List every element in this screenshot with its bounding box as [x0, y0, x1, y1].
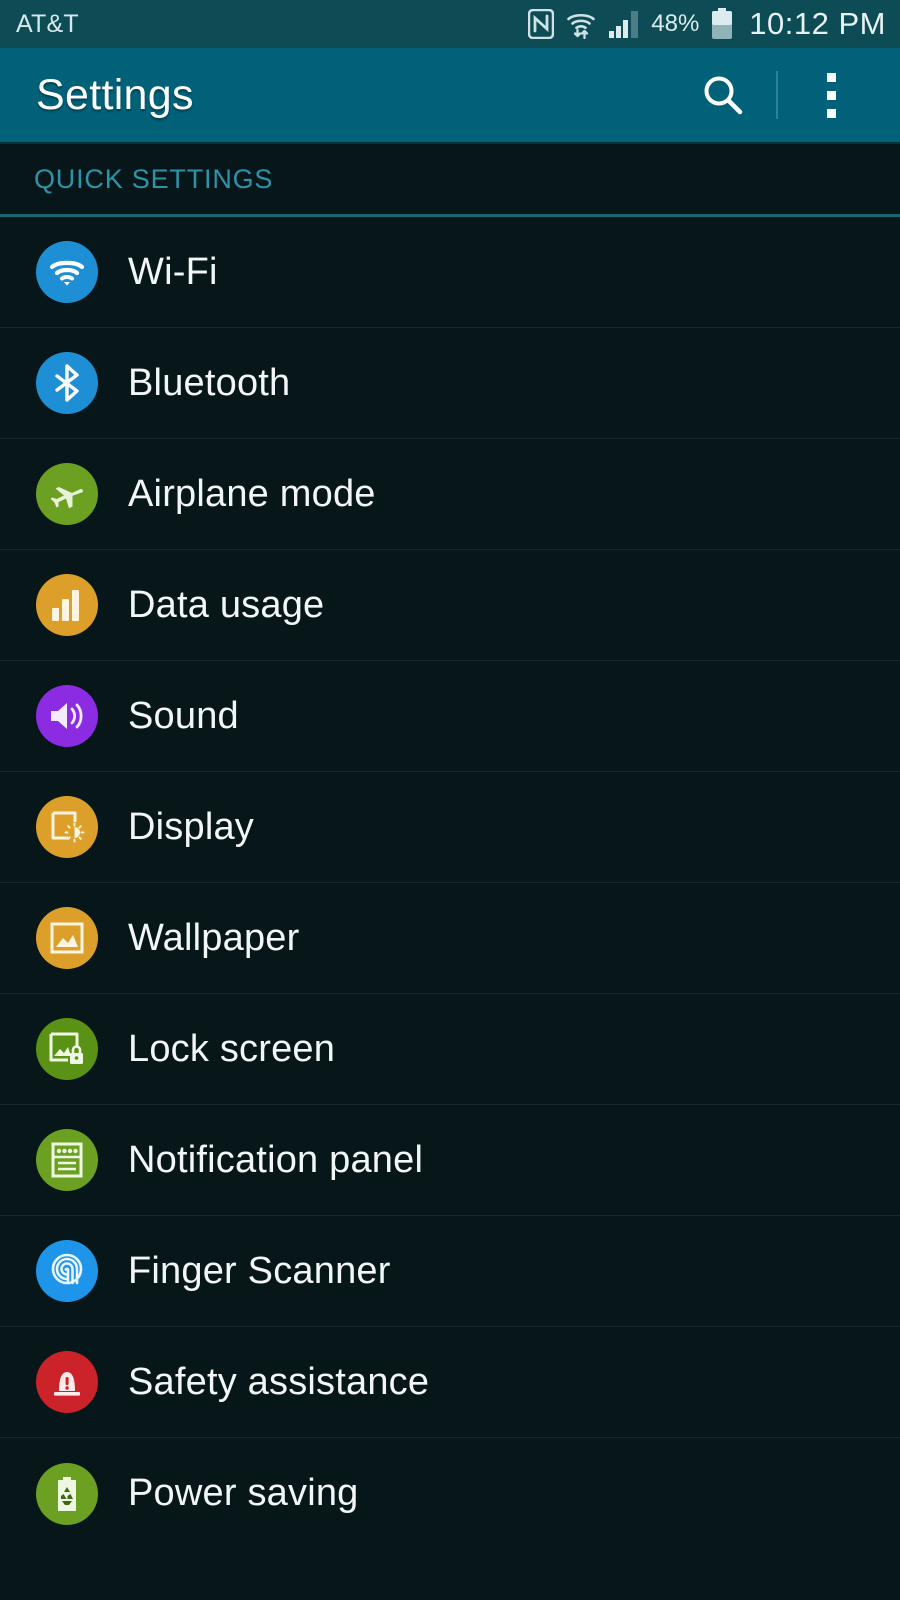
list-item-finger-scanner[interactable]: Finger Scanner	[0, 1216, 900, 1327]
list-item-airplane-mode[interactable]: Airplane mode	[0, 439, 900, 550]
status-bar: AT&T 48% 10:12 PM	[0, 0, 900, 48]
data-usage-icon	[36, 574, 98, 636]
overflow-menu-icon	[826, 72, 836, 118]
action-bar-actions	[688, 47, 866, 143]
list-item-sound[interactable]: Sound	[0, 661, 900, 772]
nfc-icon	[528, 9, 555, 39]
list-item-label: Bluetooth	[128, 361, 291, 404]
wifi-transfer-icon	[567, 13, 596, 40]
battery-percent-label: 48%	[651, 10, 700, 37]
list-item-data-usage[interactable]: Data usage	[0, 550, 900, 661]
list-item-bluetooth[interactable]: Bluetooth	[0, 328, 900, 439]
list-item-safety-assistance[interactable]: Safety assistance	[0, 1327, 900, 1438]
battery-icon	[712, 8, 733, 39]
overflow-menu-button[interactable]	[796, 47, 866, 143]
status-bar-icons: 48% 10:12 PM	[528, 6, 886, 42]
list-item-label: Safety assistance	[128, 1360, 430, 1403]
list-item-label: Notification panel	[128, 1138, 424, 1181]
list-item-label: Wallpaper	[128, 916, 300, 959]
list-item-label: Display	[128, 805, 254, 848]
carrier-label: AT&T	[16, 9, 79, 38]
bluetooth-icon	[36, 352, 98, 414]
list-item-wallpaper[interactable]: Wallpaper	[0, 883, 900, 994]
list-item-display[interactable]: Display	[0, 772, 900, 883]
section-header-quick-settings: QUICK SETTINGS	[0, 144, 900, 217]
fingerprint-icon	[36, 1240, 98, 1302]
safety-siren-icon	[36, 1351, 98, 1413]
search-icon	[704, 76, 743, 115]
list-item-label: Finger Scanner	[128, 1249, 391, 1292]
power-saving-icon	[36, 1462, 98, 1525]
settings-list: Wi-Fi Bluetooth Airplane mode Data usage…	[0, 217, 900, 1549]
wallpaper-icon	[36, 907, 98, 969]
page-title: Settings	[36, 70, 194, 119]
search-button[interactable]	[688, 47, 758, 143]
list-item-label: Wi-Fi	[128, 250, 218, 293]
settings-screen: AT&T 48% 10:12 PM Settings QUICK SETTING…	[0, 0, 900, 1600]
action-bar: Settings	[0, 48, 900, 144]
list-item-notification-panel[interactable]: Notification panel	[0, 1105, 900, 1216]
display-icon	[36, 796, 98, 858]
list-item-label: Sound	[128, 694, 239, 737]
wifi-icon	[36, 241, 98, 303]
list-item-label: Data usage	[128, 583, 325, 626]
list-item-wifi[interactable]: Wi-Fi	[0, 217, 900, 328]
sound-icon	[36, 685, 98, 747]
notification-panel-icon	[36, 1129, 98, 1191]
list-item-lock-screen[interactable]: Lock screen	[0, 994, 900, 1105]
list-item-label: Power saving	[128, 1472, 359, 1514]
clock-label: 10:12 PM	[749, 6, 886, 41]
list-item-power-saving[interactable]: Power saving	[0, 1438, 900, 1549]
cellular-signal-icon	[609, 11, 639, 38]
list-item-label: Lock screen	[128, 1027, 336, 1070]
lock-screen-icon	[36, 1018, 98, 1080]
airplane-icon	[36, 463, 98, 525]
list-item-label: Airplane mode	[128, 472, 376, 515]
action-bar-divider	[776, 71, 778, 119]
section-header-label: QUICK SETTINGS	[34, 163, 274, 194]
